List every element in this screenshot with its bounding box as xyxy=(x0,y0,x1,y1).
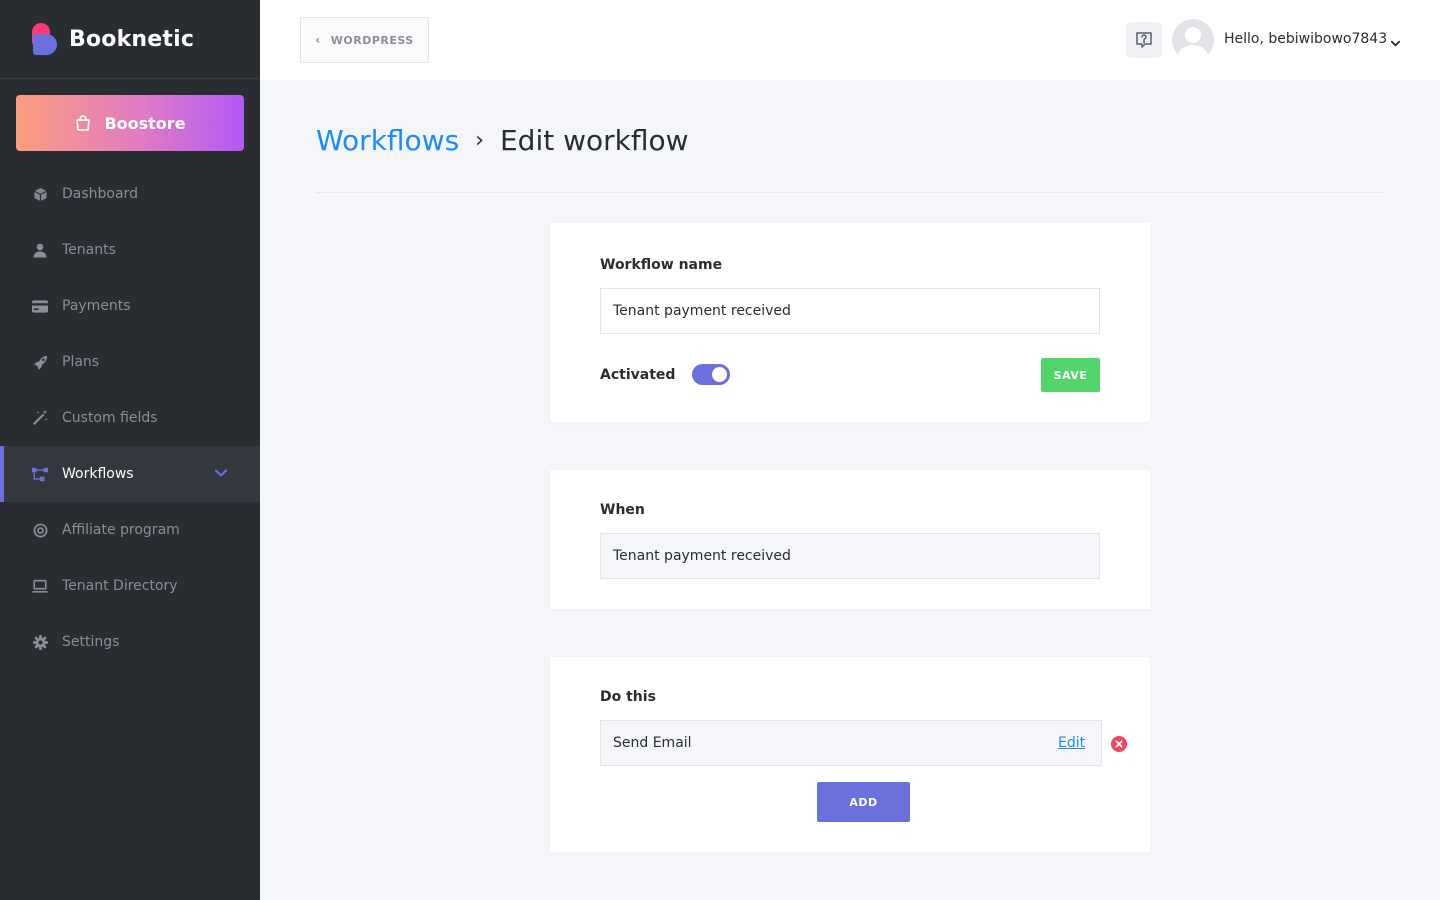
sidebar-item-label: Tenant Directory xyxy=(62,578,178,594)
breadcrumb: Workflows › Edit workflow xyxy=(316,122,689,158)
workflow-name-label: Workflow name xyxy=(600,257,723,273)
sidebar-item-label: Payments xyxy=(62,298,131,314)
box-icon xyxy=(32,186,48,202)
action-edit-link[interactable]: Edit xyxy=(1058,735,1085,751)
when-card: When Tenant payment received xyxy=(550,470,1150,609)
sidebar-nav: Dashboard Tenants Payments Plans Custom … xyxy=(0,166,260,670)
sidebar: Booknetic Boostore Dashboard Tenants Pay… xyxy=(0,0,260,900)
action-row: Send Email Edit xyxy=(600,720,1102,766)
sidebar-item-tenants[interactable]: Tenants xyxy=(0,222,260,278)
chevron-down-icon[interactable] xyxy=(214,466,228,484)
sidebar-item-workflows[interactable]: Workflows xyxy=(0,446,260,502)
shopping-bag-icon xyxy=(76,115,91,131)
workflow-icon xyxy=(32,466,48,482)
action-name: Send Email xyxy=(613,735,692,751)
user-greeting[interactable]: Hello, bebiwibowo7843 xyxy=(1224,31,1387,47)
when-trigger-field: Tenant payment received xyxy=(600,533,1100,579)
sidebar-item-label: Custom fields xyxy=(62,410,158,426)
laptop-icon xyxy=(32,578,48,594)
chevron-left-icon: ‹ xyxy=(315,33,321,47)
sidebar-item-plans[interactable]: Plans xyxy=(0,334,260,390)
sidebar-item-custom-fields[interactable]: Custom fields xyxy=(0,390,260,446)
sidebar-item-label: Tenants xyxy=(62,242,116,258)
help-chat-icon xyxy=(1136,32,1152,48)
chevron-down-icon[interactable] xyxy=(1390,34,1401,53)
save-button[interactable]: SAVE xyxy=(1041,358,1100,392)
target-icon xyxy=(32,522,48,538)
breadcrumb-workflows-link[interactable]: Workflows xyxy=(316,124,459,157)
gear-icon xyxy=(32,634,48,650)
workflow-name-input[interactable] xyxy=(600,288,1100,334)
sidebar-item-label: Plans xyxy=(62,354,100,370)
booknetic-logo-icon xyxy=(32,23,58,55)
remove-action-icon[interactable] xyxy=(1111,736,1127,752)
divider xyxy=(316,192,1384,193)
help-button[interactable] xyxy=(1126,22,1162,58)
brand-name: Booknetic xyxy=(69,26,195,52)
sidebar-item-label: Settings xyxy=(62,634,120,650)
do-this-card: Do this Send Email Edit ADD xyxy=(550,657,1150,852)
sidebar-item-label: Dashboard xyxy=(62,186,138,202)
sidebar-item-label: Workflows xyxy=(62,466,134,482)
back-to-wordpress-button[interactable]: ‹ WORDPRESS xyxy=(300,17,429,63)
when-label: When xyxy=(600,502,645,518)
sidebar-item-settings[interactable]: Settings xyxy=(0,614,260,670)
sidebar-item-tenant-directory[interactable]: Tenant Directory xyxy=(0,558,260,614)
workflow-settings-card: Workflow name Activated SAVE xyxy=(550,223,1150,422)
add-action-button[interactable]: ADD xyxy=(817,782,910,822)
page-title: Edit workflow xyxy=(499,123,689,157)
activated-label: Activated xyxy=(600,367,676,383)
activated-toggle[interactable] xyxy=(692,364,730,385)
brand[interactable]: Booknetic xyxy=(0,0,260,79)
credit-card-icon xyxy=(32,298,48,314)
magic-wand-icon xyxy=(32,410,48,426)
sidebar-item-label: Affiliate program xyxy=(62,522,180,538)
do-this-label: Do this xyxy=(600,689,656,705)
breadcrumb-separator: › xyxy=(475,127,484,153)
rocket-icon xyxy=(32,354,48,370)
boostore-label: Boostore xyxy=(104,113,186,133)
boostore-button[interactable]: Boostore xyxy=(16,95,244,151)
avatar[interactable] xyxy=(1172,19,1214,61)
top-header: ‹ WORDPRESS Hello, bebiwibowo7843 xyxy=(260,0,1440,80)
sidebar-item-affiliate-program[interactable]: Affiliate program xyxy=(0,502,260,558)
sidebar-item-dashboard[interactable]: Dashboard xyxy=(0,166,260,222)
user-icon xyxy=(32,242,48,258)
sidebar-item-payments[interactable]: Payments xyxy=(0,278,260,334)
back-label: WORDPRESS xyxy=(330,33,414,47)
